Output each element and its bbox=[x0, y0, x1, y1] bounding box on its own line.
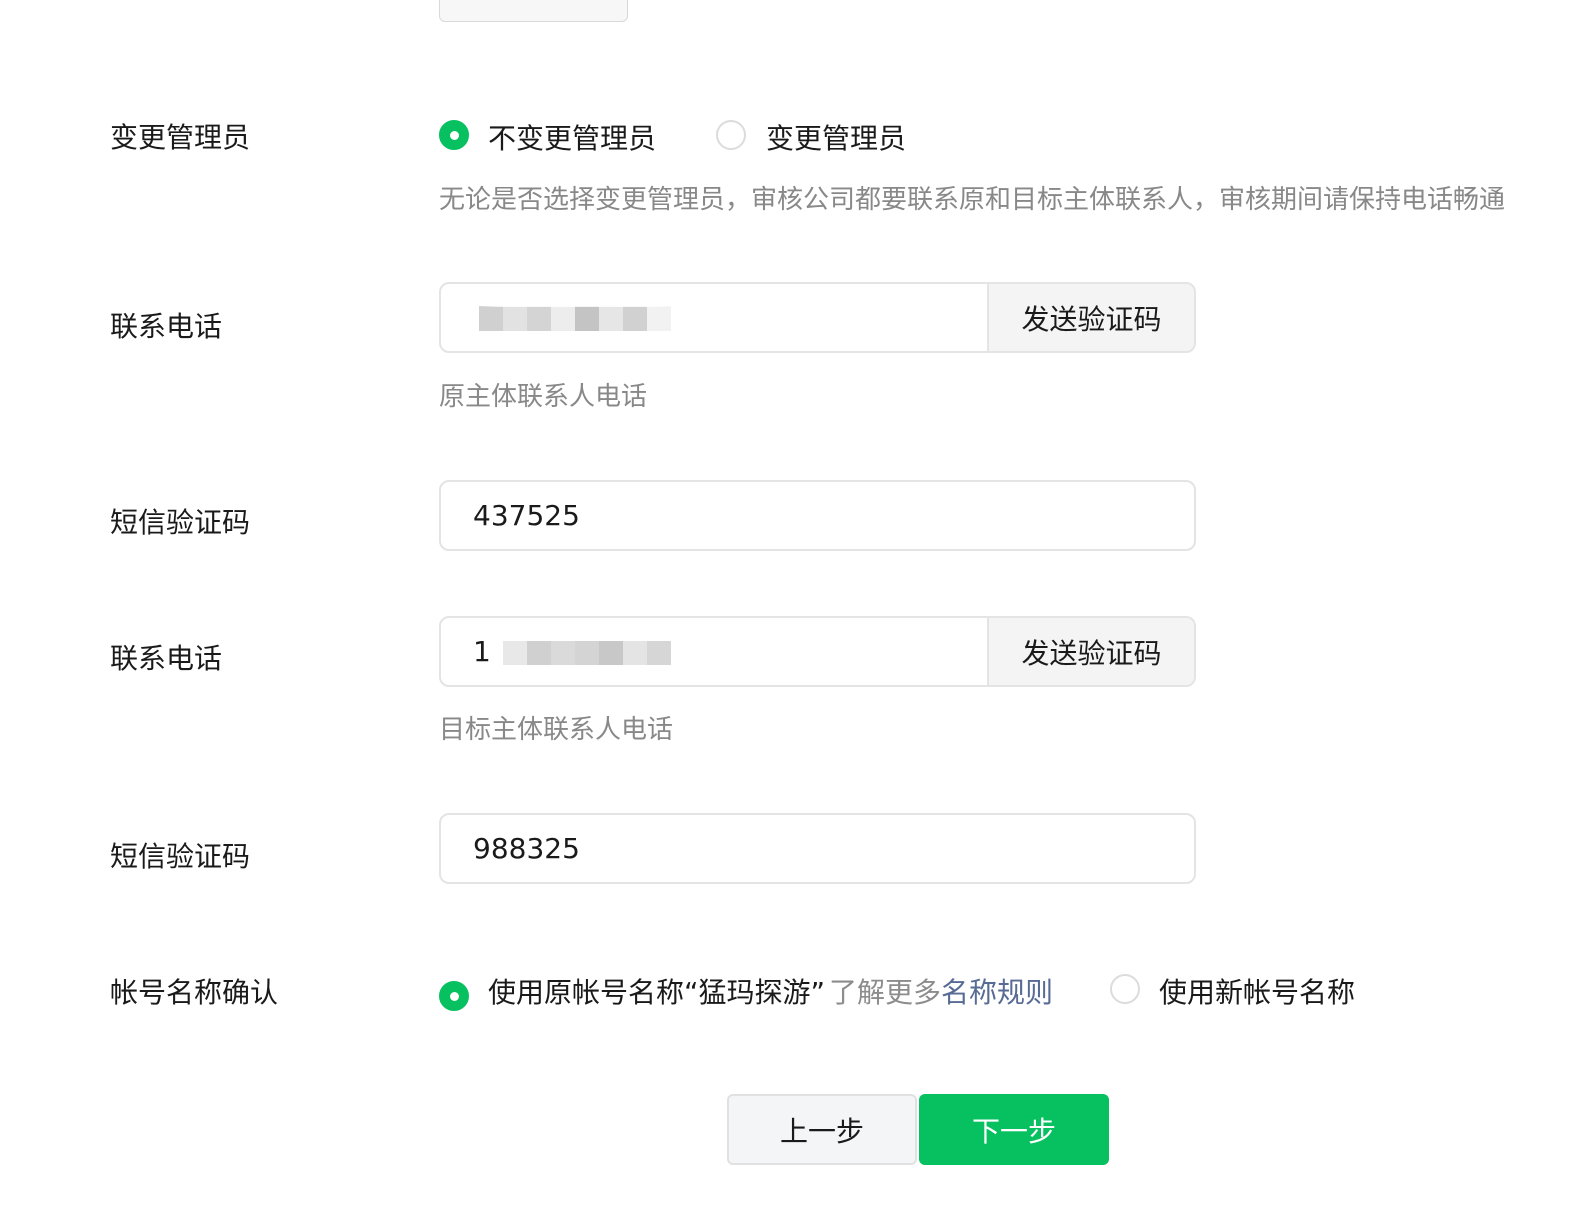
original-sms-label: 短信验证码 bbox=[110, 506, 251, 539]
use-new-name-label: 使用新帐号名称 bbox=[1159, 976, 1356, 1009]
target-phone-hint: 目标主体联系人电话 bbox=[439, 715, 674, 745]
original-send-code-button[interactable]: 发送验证码 bbox=[987, 284, 1194, 351]
radio-change-admin-label: 变更管理员 bbox=[766, 122, 907, 155]
admin-change-hint: 无论是否选择变更管理员，审核公司都要联系原和目标主体联系人，审核期间请保持电话畅… bbox=[439, 185, 1506, 215]
target-phone-input[interactable]: 1 bbox=[441, 618, 987, 685]
radio-use-original-name[interactable] bbox=[439, 981, 469, 1011]
learn-more-text: 了解更多 bbox=[829, 976, 942, 1009]
original-phone-field: 发送验证码 bbox=[439, 282, 1196, 353]
radio-keep-admin[interactable] bbox=[439, 120, 469, 150]
account-name-label: 帐号名称确认 bbox=[110, 976, 279, 1009]
admin-change-label: 变更管理员 bbox=[110, 121, 251, 154]
use-original-name-option: 使用原帐号名称“猛玛探游” 了解更多名称规则 bbox=[488, 971, 1053, 1011]
original-sms-input[interactable]: 437525 bbox=[441, 482, 1194, 549]
top-partial-button[interactable] bbox=[439, 0, 628, 22]
next-step-button[interactable]: 下一步 bbox=[919, 1094, 1109, 1165]
target-phone-field: 1 发送验证码 bbox=[439, 616, 1196, 687]
target-send-code-button[interactable]: 发送验证码 bbox=[987, 618, 1194, 685]
target-phone-label: 联系电话 bbox=[110, 642, 223, 675]
phone-redaction-mosaic-overlay bbox=[479, 307, 671, 331]
original-phone-hint: 原主体联系人电话 bbox=[439, 382, 648, 412]
radio-use-new-name[interactable] bbox=[1110, 974, 1140, 1004]
original-sms-field: 437525 bbox=[439, 480, 1196, 551]
radio-change-admin[interactable] bbox=[716, 120, 746, 150]
target-sms-label: 短信验证码 bbox=[110, 840, 251, 873]
change-subject-form: 变更管理员 不变更管理员 变更管理员 无论是否选择变更管理员，审核公司都要联系原… bbox=[0, 0, 1570, 1223]
target-sms-input[interactable]: 988325 bbox=[441, 815, 1194, 882]
original-phone-label: 联系电话 bbox=[110, 310, 223, 343]
target-sms-field: 988325 bbox=[439, 813, 1196, 884]
name-rules-link[interactable]: 名称规则 bbox=[941, 976, 1053, 1009]
target-phone-redaction-mosaic bbox=[503, 641, 671, 665]
use-original-name-label: 使用原帐号名称“猛玛探游” bbox=[488, 976, 826, 1009]
radio-keep-admin-label: 不变更管理员 bbox=[488, 122, 657, 155]
original-phone-input[interactable] bbox=[441, 284, 987, 351]
target-phone-value-prefix: 1 bbox=[473, 635, 491, 668]
prev-step-button[interactable]: 上一步 bbox=[727, 1094, 917, 1165]
